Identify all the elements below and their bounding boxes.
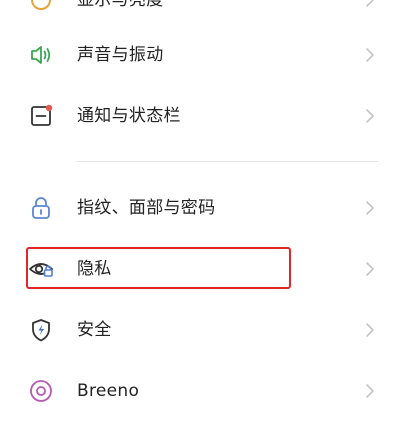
settings-item-breeno[interactable]: Breeno (0, 363, 402, 419)
privacy-eye-icon (28, 256, 54, 282)
settings-screen: 显示与亮度 声音与振动 通知与状态栏 指纹、面部与密码 隐私 安全 Breeno (0, 0, 402, 422)
section-divider (77, 161, 378, 162)
display-icon (28, 0, 54, 13)
shield-icon (28, 317, 54, 343)
settings-item-sound-vibration[interactable]: 声音与振动 (0, 27, 402, 83)
settings-item-label: 安全 (77, 320, 112, 340)
chevron-right-icon (362, 47, 378, 63)
settings-item-label: Breeno (77, 381, 140, 401)
chevron-right-icon (362, 261, 378, 277)
notification-icon (28, 103, 54, 129)
chevron-right-icon (362, 322, 378, 338)
chevron-right-icon (362, 383, 378, 399)
settings-item-label: 显示与亮度 (77, 0, 164, 10)
settings-item-label: 通知与状态栏 (77, 106, 181, 126)
breeno-icon (28, 378, 54, 404)
lock-icon (28, 195, 54, 221)
settings-item-label: 隐私 (77, 259, 112, 279)
settings-item-notifications[interactable]: 通知与状态栏 (0, 88, 402, 144)
settings-item-label: 指纹、面部与密码 (77, 198, 216, 218)
settings-item-label: 声音与振动 (77, 45, 164, 65)
chevron-right-icon (362, 200, 378, 216)
chevron-right-icon (362, 108, 378, 124)
chevron-right-icon (362, 0, 378, 8)
settings-item-fingerprint-face-password[interactable]: 指纹、面部与密码 (0, 180, 402, 236)
settings-item-privacy[interactable]: 隐私 (0, 241, 402, 297)
speaker-icon (28, 42, 54, 68)
settings-item-security[interactable]: 安全 (0, 302, 402, 358)
settings-item-display[interactable]: 显示与亮度 (0, 0, 402, 28)
